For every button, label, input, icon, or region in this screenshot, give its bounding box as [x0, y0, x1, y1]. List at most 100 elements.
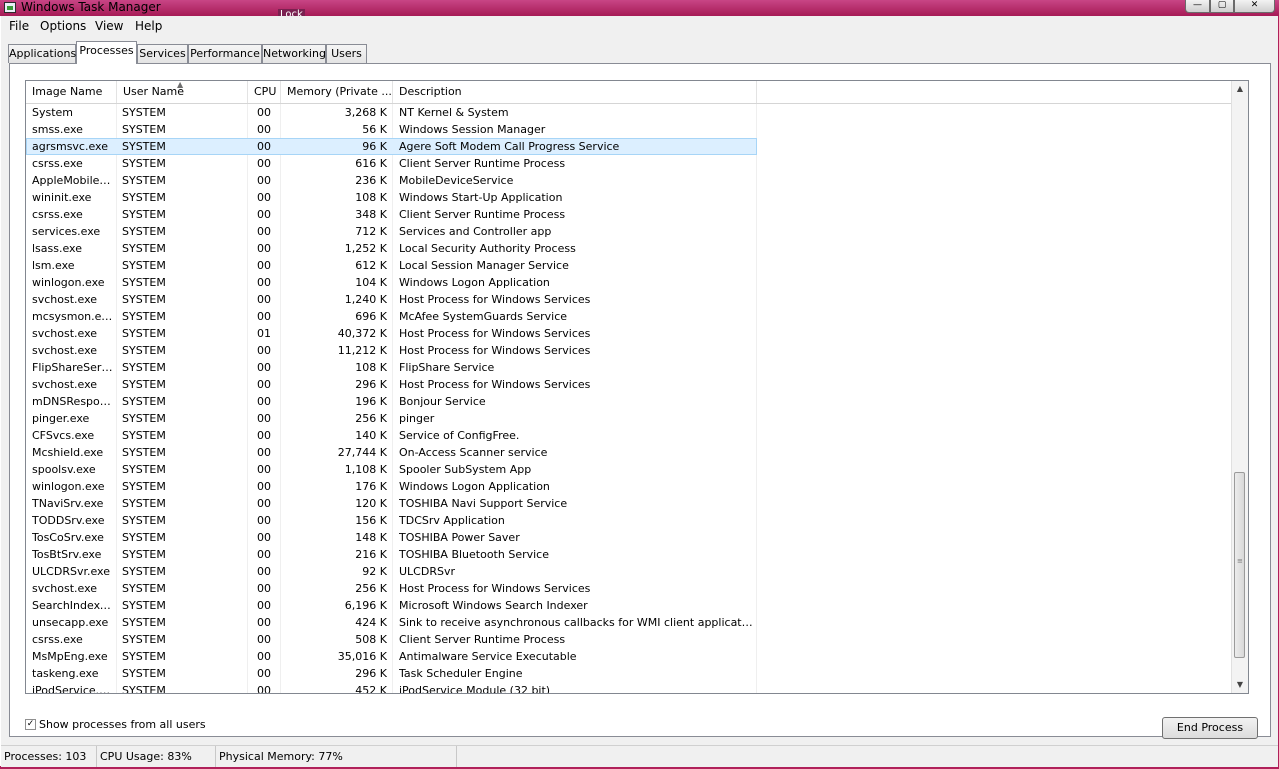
table-row[interactable]: svchost.exe SYSTEM 00 296 K Host Process for…	[26, 376, 757, 393]
table-row[interactable]: FlipShareServi... SYSTEM 00 108 K FlipShare …	[26, 359, 757, 376]
table-row[interactable]: svchost.exe SYSTEM 01 40,372 K Host Process …	[26, 325, 757, 342]
table-row[interactable]: smss.exe SYSTEM 00 56 K Windows Session Mana…	[26, 121, 757, 138]
table-row[interactable]: csrss.exe SYSTEM 00 616 K Client Server Runt…	[26, 155, 757, 172]
process-description: Local Session Manager Service	[399, 259, 569, 272]
table-row[interactable]: unsecapp.exe SYSTEM 00 424 K Sink to receive…	[26, 614, 757, 631]
process-memory: 120 K	[355, 497, 387, 510]
process-memory: 348 K	[355, 208, 387, 221]
process-description: pinger	[399, 412, 435, 425]
process-memory: 296 K	[355, 667, 387, 680]
process-list[interactable]: Image Name User Name ▲ CPU Memory (Priva…	[25, 80, 1249, 694]
table-row[interactable]: winlogon.exe SYSTEM 00 176 K Windows Logon A…	[26, 478, 757, 495]
process-image-name: svchost.exe	[32, 344, 98, 357]
process-description: TDCSrv Application	[399, 514, 505, 527]
table-row[interactable]: svchost.exe SYSTEM 00 11,212 K Host Process …	[26, 342, 757, 359]
table-row[interactable]: winlogon.exe SYSTEM 00 104 K Windows Logon A…	[26, 274, 757, 291]
end-process-button[interactable]: End Process	[1162, 717, 1258, 739]
table-row[interactable]: TosBtSrv.exe SYSTEM 00 216 K TOSHIBA Bluetoo…	[26, 546, 757, 563]
process-user-name: SYSTEM	[122, 684, 166, 694]
table-row[interactable]: AppleMobileD... SYSTEM 00 236 K MobileDevice…	[26, 172, 757, 189]
table-row[interactable]: iPodService.exe SYSTEM 00 452 K iPodService …	[26, 682, 757, 694]
process-user-name: SYSTEM	[122, 633, 166, 646]
title-bar[interactable]: Windows Task Manager Lock — ▢ ✕	[0, 0, 1279, 21]
menu-view[interactable]: View	[93, 18, 125, 34]
process-cpu: 00	[257, 259, 271, 272]
table-row[interactable]: MsMpEng.exe SYSTEM 00 35,016 K Antimalware S…	[26, 648, 757, 665]
process-description: Host Process for Windows Services	[399, 378, 591, 391]
process-description: MobileDeviceService	[399, 174, 514, 187]
column-description[interactable]: Description	[393, 81, 757, 103]
process-memory: 712 K	[355, 225, 387, 238]
column-cpu[interactable]: CPU	[248, 81, 281, 103]
show-all-checkbox[interactable]: ✓	[25, 718, 36, 730]
process-cpu: 00	[257, 361, 271, 374]
tab-performance[interactable]: Performance	[188, 44, 262, 63]
column-memory[interactable]: Memory (Private ...	[281, 81, 393, 103]
tab-users[interactable]: Users	[326, 44, 367, 63]
close-button[interactable]: ✕	[1234, 0, 1275, 13]
tab-services[interactable]: Services	[137, 44, 188, 63]
table-row[interactable]: agrsmsvc.exe SYSTEM 00 96 K Agere Soft Modem…	[26, 138, 757, 155]
process-cpu: 00	[257, 514, 271, 527]
process-image-name: mcsysmon.exe	[32, 310, 114, 323]
process-image-name: svchost.exe	[32, 327, 98, 340]
process-user-name: SYSTEM	[122, 242, 166, 255]
tab-applications[interactable]: Applications	[8, 44, 76, 63]
table-row[interactable]: services.exe SYSTEM 00 712 K Services and Co…	[26, 223, 757, 240]
table-row[interactable]: lsass.exe SYSTEM 00 1,252 K Local Security A…	[26, 240, 757, 257]
table-row[interactable]: mcsysmon.exe SYSTEM 00 696 K McAfee SystemGu…	[26, 308, 757, 325]
process-description: TOSHIBA Navi Support Service	[399, 497, 568, 510]
grip-icon: ≡	[1237, 557, 1243, 565]
table-row[interactable]: csrss.exe SYSTEM 00 508 K Client Server Runt…	[26, 631, 757, 648]
process-cpu: 00	[257, 174, 271, 187]
process-image-name: SearchIndexe...	[32, 599, 114, 612]
process-user-name: SYSTEM	[122, 616, 166, 629]
table-row[interactable]: SearchIndexe... SYSTEM 00 6,196 K Microsoft …	[26, 597, 757, 614]
table-row[interactable]: TosCoSrv.exe SYSTEM 00 148 K TOSHIBA Power S…	[26, 529, 757, 546]
process-user-name: SYSTEM	[122, 650, 166, 663]
tab-networking[interactable]: Networking	[262, 44, 326, 63]
table-row[interactable]: CFSvcs.exe SYSTEM 00 140 K Service of Config…	[26, 427, 757, 444]
scroll-up-arrow-icon[interactable]: ▲	[1232, 81, 1248, 97]
process-image-name: csrss.exe	[32, 208, 83, 221]
process-cpu: 00	[257, 395, 271, 408]
table-row[interactable]: svchost.exe SYSTEM 00 1,240 K Host Process f…	[26, 291, 757, 308]
table-row[interactable]: System SYSTEM 00 3,268 K NT Kernel & System	[26, 104, 757, 121]
scroll-thumb[interactable]: ≡	[1234, 472, 1245, 658]
process-image-name: ULCDRSvr.exe	[32, 565, 110, 578]
process-user-name: SYSTEM	[122, 412, 166, 425]
process-cpu: 00	[257, 191, 271, 204]
maximize-button[interactable]: ▢	[1210, 0, 1234, 13]
table-row[interactable]: TNaviSrv.exe SYSTEM 00 120 K TOSHIBA Navi Su…	[26, 495, 757, 512]
process-memory: 216 K	[355, 548, 387, 561]
table-row[interactable]: TODDSrv.exe SYSTEM 00 156 K TDCSrv Applicati…	[26, 512, 757, 529]
scroll-down-arrow-icon[interactable]: ▼	[1232, 677, 1248, 693]
process-image-name: lsm.exe	[32, 259, 75, 272]
table-row[interactable]: spoolsv.exe SYSTEM 00 1,108 K Spooler SubSys…	[26, 461, 757, 478]
menu-file[interactable]: File	[7, 18, 31, 34]
column-image-name[interactable]: Image Name	[26, 81, 117, 103]
table-row[interactable]: mDNSRespon... SYSTEM 00 196 K Bonjour Servic…	[26, 393, 757, 410]
process-user-name: SYSTEM	[122, 157, 166, 170]
table-row[interactable]: ULCDRSvr.exe SYSTEM 00 92 K ULCDRSvr	[26, 563, 757, 580]
tab-processes[interactable]: Processes	[76, 41, 137, 64]
process-user-name: SYSTEM	[122, 310, 166, 323]
table-row[interactable]: lsm.exe SYSTEM 00 612 K Local Session Manage…	[26, 257, 757, 274]
process-image-name: winlogon.exe	[32, 276, 105, 289]
menu-help[interactable]: Help	[133, 18, 164, 34]
process-image-name: csrss.exe	[32, 633, 83, 646]
table-row[interactable]: csrss.exe SYSTEM 00 348 K Client Server Runt…	[26, 206, 757, 223]
window-title: Windows Task Manager	[21, 0, 161, 14]
table-row[interactable]: wininit.exe SYSTEM 00 108 K Windows Start-Up…	[26, 189, 757, 206]
minimize-button[interactable]: —	[1185, 0, 1210, 13]
table-row[interactable]: taskeng.exe SYSTEM 00 296 K Task Scheduler E…	[26, 665, 757, 682]
show-all-processes[interactable]: ✓ Show processes from all users	[25, 716, 206, 732]
table-row[interactable]: pinger.exe SYSTEM 00 256 K pinger	[26, 410, 757, 427]
process-image-name: unsecapp.exe	[32, 616, 109, 629]
menu-options[interactable]: Options	[38, 18, 88, 34]
process-description: TOSHIBA Power Saver	[399, 531, 520, 544]
vertical-scrollbar[interactable]: ▲ ≡ ▼	[1231, 81, 1248, 693]
table-row[interactable]: Mcshield.exe SYSTEM 00 27,744 K On-Access Sc…	[26, 444, 757, 461]
status-cpu-usage: CPU Usage: 83%	[97, 746, 216, 767]
table-row[interactable]: svchost.exe SYSTEM 00 256 K Host Process for…	[26, 580, 757, 597]
